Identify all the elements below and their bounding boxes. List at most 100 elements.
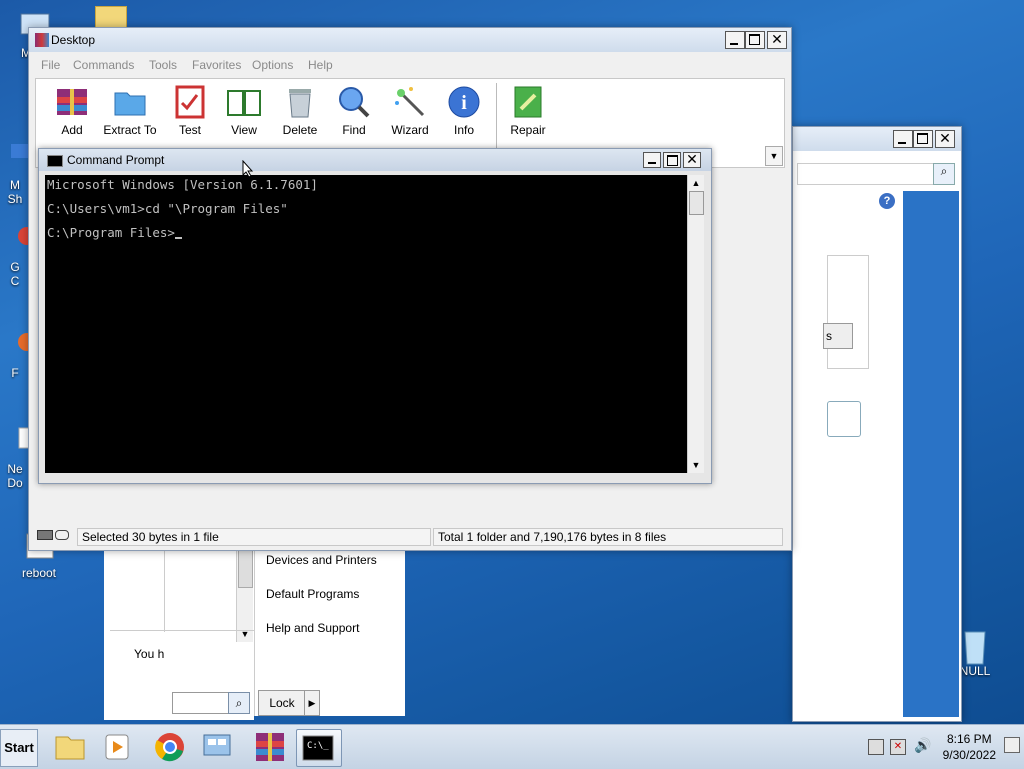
minimize-button[interactable]: [725, 31, 745, 49]
menu-tools[interactable]: Tools: [149, 58, 177, 72]
tool-label: Info: [453, 123, 474, 137]
console-output[interactable]: Microsoft Windows [Version 6.1.7601] C:\…: [45, 175, 687, 473]
start-menu-border: [110, 630, 254, 631]
view-book-icon: [227, 85, 261, 119]
network-status-icon[interactable]: [868, 739, 884, 755]
taskbar: Start C:\_ ✕ 🔊 8:16 PM 9/30/2022: [0, 724, 1024, 769]
view-button[interactable]: View: [216, 85, 272, 137]
desktop-icon-label: reboot: [21, 566, 57, 580]
close-button[interactable]: ✕: [767, 31, 787, 49]
clock-time: 8:16 PM: [946, 732, 992, 746]
menu-item-help-support[interactable]: Help and Support: [266, 621, 359, 635]
show-desktop-icon[interactable]: [1004, 737, 1020, 753]
taskbar-cmd[interactable]: C:\_: [296, 729, 342, 767]
maximize-button[interactable]: [663, 152, 681, 168]
chrome-icon: [155, 733, 184, 762]
extract-folder-icon: [113, 85, 147, 119]
search-icon[interactable]: ⌕: [228, 692, 250, 714]
console-prompt: C:\Program Files>: [47, 225, 175, 240]
search-icon[interactable]: ⌕: [933, 163, 955, 185]
tool-label: Add: [61, 123, 83, 137]
taskbar-media-player[interactable]: [96, 729, 140, 765]
maximize-button[interactable]: [745, 31, 765, 49]
scroll-thumb[interactable]: [238, 548, 253, 588]
vertical-scrollbar[interactable]: ▲ ▼: [687, 175, 704, 473]
desktop-icon-label: F: [11, 366, 19, 380]
sidebar-panel: [903, 191, 959, 717]
scroll-down-icon[interactable]: ▼: [237, 626, 253, 642]
delete-button[interactable]: Delete: [272, 85, 328, 137]
status-total: Total 1 folder and 7,190,176 bytes in 8 …: [433, 528, 783, 546]
lock-button[interactable]: Lock: [258, 690, 306, 716]
help-icon[interactable]: ?: [879, 193, 895, 209]
volume-icon[interactable]: 🔊: [914, 737, 931, 754]
taskbar-explorer[interactable]: [48, 729, 92, 765]
close-button[interactable]: ✕: [935, 130, 955, 148]
wizard-wand-icon: [393, 85, 427, 119]
scroll-down-icon[interactable]: ▼: [688, 457, 704, 473]
start-menu-divider: [164, 548, 165, 632]
start-search-input[interactable]: [172, 692, 230, 714]
status-bar: Selected 30 bytes in 1 file Total 1 fold…: [33, 526, 787, 546]
tool-label: Wizard: [391, 123, 429, 137]
menu-item-devices-printers[interactable]: Devices and Printers: [266, 553, 377, 567]
desktop-icon-label: NULL: [959, 664, 991, 678]
cmd-icon: [47, 155, 63, 167]
find-button[interactable]: Find: [326, 85, 382, 137]
taskbar-winrar[interactable]: [248, 729, 292, 765]
search-box[interactable]: [797, 163, 937, 185]
tool-label: Extract To: [103, 123, 157, 137]
menu-file[interactable]: File: [41, 58, 60, 72]
menu-item-default-programs[interactable]: Default Programs: [266, 587, 359, 601]
start-button[interactable]: Start: [0, 729, 38, 767]
start-menu-partial-text: You h: [134, 647, 165, 661]
test-button[interactable]: Test: [162, 85, 218, 137]
desktop-icon-label: G C: [10, 260, 20, 288]
add-button[interactable]: Add: [44, 85, 100, 137]
tool-label: Test: [178, 123, 201, 137]
media-player-icon: [105, 734, 129, 760]
cmd-icon: C:\_: [302, 735, 334, 761]
network-icon: [203, 734, 231, 756]
menu-help[interactable]: Help: [308, 58, 333, 72]
maximize-button[interactable]: [913, 130, 933, 148]
magnifier-icon: [337, 85, 371, 119]
partial-button[interactable]: s: [823, 323, 853, 349]
menu-favorites[interactable]: Favorites: [192, 58, 241, 72]
clock[interactable]: 8:16 PM 9/30/2022: [943, 731, 996, 763]
desktop-icon-label: Ne Do: [7, 462, 23, 490]
start-menu-scrollbar[interactable]: ▼: [236, 548, 253, 642]
menu-bar: File Commands Tools Favorites Options He…: [29, 54, 791, 74]
wizard-button[interactable]: Wizard: [382, 85, 438, 137]
taskbar-network[interactable]: [196, 729, 240, 765]
console-line: C:\Users\vm1>cd "\Program Files": [47, 201, 288, 216]
scroll-up-icon[interactable]: ▲: [688, 175, 704, 191]
minimize-button[interactable]: [643, 152, 661, 168]
title-bar[interactable]: Command Prompt: [39, 149, 711, 171]
command-prompt-window[interactable]: Command Prompt ✕ Microsoft Windows [Vers…: [38, 148, 712, 484]
console-line: Microsoft Windows [Version 6.1.7601]: [47, 177, 318, 192]
menu-options[interactable]: Options: [252, 58, 293, 72]
path-dropdown-arrow[interactable]: ▼: [765, 146, 783, 166]
minimize-button[interactable]: [893, 130, 913, 148]
title-bar[interactable]: Desktop: [29, 28, 791, 52]
repair-button[interactable]: Repair: [500, 85, 556, 137]
close-button[interactable]: ✕: [683, 152, 701, 168]
drive-icon: [37, 530, 53, 540]
security-alert-icon[interactable]: ✕: [890, 739, 906, 755]
recycle-bin-icon: [957, 626, 993, 665]
clock-date: 9/30/2022: [942, 748, 996, 762]
mouse-cursor-icon: [242, 160, 254, 178]
add-archive-icon: [55, 85, 89, 119]
info-button[interactable]: i Info: [436, 85, 492, 137]
tool-label: Delete: [282, 123, 318, 137]
scroll-thumb[interactable]: [689, 191, 704, 215]
menu-commands[interactable]: Commands: [73, 58, 134, 72]
control-panel-window[interactable]: ✕ ⌕ ? s: [792, 126, 962, 722]
lock-options-arrow[interactable]: ▶: [304, 690, 320, 716]
input-box[interactable]: [827, 401, 861, 437]
svg-text:C:\_: C:\_: [307, 741, 329, 751]
taskbar-chrome[interactable]: [148, 729, 192, 765]
folder-icon: [55, 736, 85, 760]
extract-to-button[interactable]: Extract To: [102, 85, 158, 137]
